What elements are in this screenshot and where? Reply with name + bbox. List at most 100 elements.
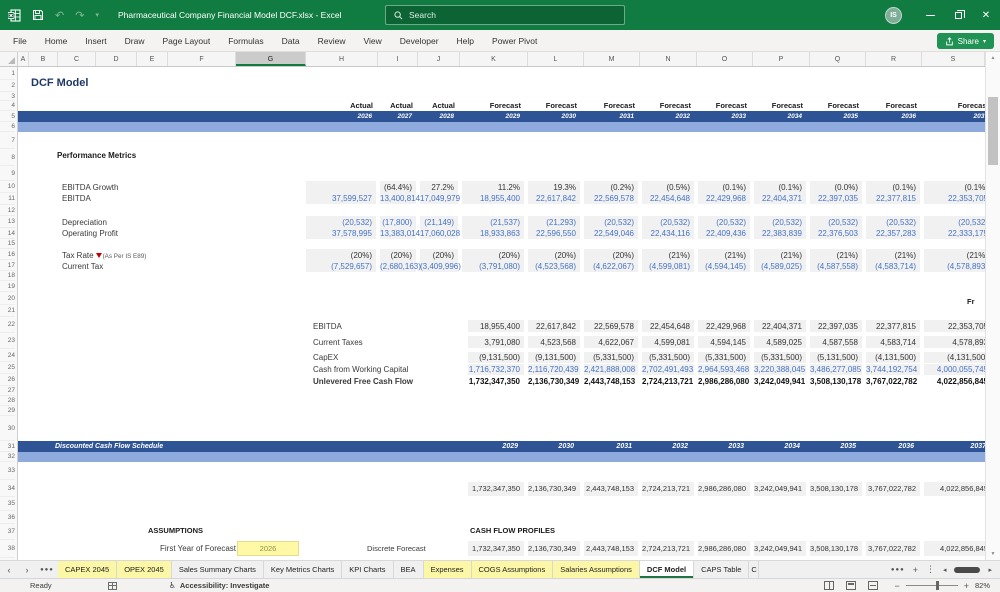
cell-value[interactable]: 2,986,286,080 — [698, 376, 749, 388]
cell-value[interactable]: 4,022,856,845 — [924, 482, 985, 496]
row-header-12[interactable]: 12 — [0, 205, 15, 216]
sheet-tab-salaries-assumptions[interactable]: Salaries Assumptions — [553, 561, 640, 578]
cell-value[interactable]: (20%) — [306, 250, 372, 261]
cell-value[interactable]: 4,000,055,745 — [924, 364, 985, 376]
cell-value[interactable]: 22,404,371 — [754, 320, 802, 333]
ribbon-tab-home[interactable]: Home — [36, 30, 77, 52]
row-header-20[interactable]: 20 — [0, 292, 15, 305]
cell-value[interactable]: 22,429,968 — [698, 320, 746, 333]
zoom-in-icon[interactable]: + — [964, 581, 969, 591]
ribbon-tab-page-layout[interactable]: Page Layout — [154, 30, 220, 52]
row-header-35[interactable]: 35 — [0, 497, 15, 511]
cell-year-type-3[interactable]: Forecast — [462, 100, 521, 111]
cell-year-type-8[interactable]: Forecast — [754, 100, 803, 111]
cell-dcf-year-2031[interactable]: 2031 — [584, 442, 632, 452]
cell-value[interactable]: (0.1%) — [698, 182, 746, 193]
zoom-out-icon[interactable]: − — [894, 581, 899, 591]
cell-value[interactable]: 2,964,593,468 — [698, 364, 749, 376]
page-layout-view-icon[interactable] — [846, 581, 857, 590]
sheet-grid[interactable]: 1 2 3 4 5 6 7 8 9 10 11 12 13 14 15 16 17 18 19 20 21 22 23 24 2… — [0, 67, 985, 560]
cell-value[interactable]: 22,454,648 — [642, 320, 690, 333]
cell-value[interactable]: (4,131,500) — [866, 352, 916, 364]
cell-value[interactable]: 4,523,568 — [528, 336, 576, 349]
cell-value[interactable]: 1,732,347,350 — [468, 482, 520, 496]
zoom-slider[interactable] — [905, 581, 958, 590]
sheet-nav-prev-icon[interactable]: ‹ — [0, 561, 18, 578]
column-header-M[interactable]: M — [584, 52, 640, 66]
sheet-tab-cogs-assumptions[interactable]: COGS Assumptions — [471, 561, 554, 578]
qat-customize-icon[interactable]: ▾ — [95, 11, 99, 19]
cell-value[interactable]: (3,409,996) — [420, 261, 461, 272]
cell-value[interactable]: 1,732,347,350 — [468, 541, 520, 556]
hscroll-left-icon[interactable]: ◂ — [943, 566, 947, 574]
cell-value[interactable]: 2,136,730,349 — [528, 376, 579, 388]
row-header-5[interactable]: 5 — [0, 111, 15, 122]
cell-value[interactable]: (20,532) — [584, 217, 634, 228]
redo-icon[interactable]: ↷ — [75, 9, 84, 22]
cell-value[interactable]: (4,594,145) — [698, 261, 746, 272]
row-header-33[interactable]: 33 — [0, 462, 15, 480]
more-sheets-icon[interactable]: ●●● — [891, 567, 905, 573]
sheet-tab-kpi-charts[interactable]: KPI Charts — [342, 561, 394, 578]
cell-value[interactable]: 3,486,277,085 — [810, 364, 861, 376]
cell-value[interactable]: (7,529,657) — [306, 261, 372, 272]
ribbon-tab-developer[interactable]: Developer — [391, 30, 448, 52]
column-header-L[interactable]: L — [528, 52, 584, 66]
accessibility-status[interactable]: ♿ Accessibility: Investigate — [169, 581, 270, 590]
cell-year-2027[interactable]: 2027 — [380, 112, 412, 122]
row-header-11[interactable]: 11 — [0, 193, 15, 205]
column-header-H[interactable]: H — [306, 52, 378, 66]
scroll-down-icon[interactable]: ▼ — [986, 548, 1000, 560]
row-header-34[interactable]: 34 — [0, 480, 15, 497]
cell-row-label[interactable]: Tax Rate (As Per IS E89) — [62, 250, 146, 261]
ribbon-tab-power-pivot[interactable]: Power Pivot — [483, 30, 546, 52]
cell-year-type-10[interactable]: Forecast — [866, 100, 917, 111]
cell-value[interactable]: 22,376,503 — [810, 228, 858, 239]
cell-year-type-4[interactable]: Forecast — [528, 100, 577, 111]
cell-value[interactable]: (21%) — [642, 250, 690, 261]
cell-value[interactable]: (20,532) — [754, 217, 802, 228]
cell-value[interactable]: 22,397,035 — [810, 320, 858, 333]
cell-value[interactable]: 22,383,839 — [754, 228, 802, 239]
cell-value[interactable]: (4,583,714) — [866, 261, 916, 272]
cell-value[interactable]: (20,532) — [642, 217, 690, 228]
cell-performance-metrics[interactable]: Performance Metrics — [57, 151, 136, 160]
cell-value[interactable]: (0.1%) — [754, 182, 802, 193]
cell-value[interactable]: (21%) — [754, 250, 802, 261]
cell-value[interactable]: (21,293) — [528, 217, 576, 228]
cell-value[interactable]: (0.1%) — [924, 182, 985, 193]
sheet-tab-key-metrics-charts[interactable]: Key Metrics Charts — [264, 561, 343, 578]
ribbon-tab-file[interactable]: File — [4, 30, 36, 52]
cell-value[interactable]: 22,569,578 — [584, 193, 634, 204]
cell-value[interactable]: 2,702,491,493 — [642, 364, 693, 376]
ribbon-tab-draw[interactable]: Draw — [116, 30, 154, 52]
cell-value[interactable]: 17,049,979 — [420, 193, 460, 204]
cell-value[interactable]: 22,429,968 — [698, 193, 746, 204]
cell-value[interactable]: (2,680,163) — [380, 261, 421, 272]
cell-value[interactable]: 22,549,046 — [584, 228, 634, 239]
save-icon[interactable] — [32, 9, 44, 21]
cell-value[interactable]: (4,622,067) — [584, 261, 634, 272]
cell-value[interactable]: 11.2% — [462, 182, 520, 193]
cell-value[interactable]: 4,594,145 — [698, 336, 746, 349]
cell-value[interactable]: 4,587,558 — [810, 336, 858, 349]
column-header-F[interactable]: F — [168, 52, 236, 66]
cell-year-2033[interactable]: 2033 — [698, 112, 746, 122]
cell-value[interactable]: 4,589,025 — [754, 336, 802, 349]
cell-year-2026[interactable]: 2026 — [306, 112, 372, 122]
column-header-J[interactable]: J — [418, 52, 460, 66]
cell-value[interactable]: 3,508,130,178 — [810, 482, 858, 496]
sheet-tab-opex-2045[interactable]: OPEX 2045 — [117, 561, 172, 578]
cell-year-2037[interactable]: 2037 — [924, 112, 985, 122]
cell-value[interactable]: (4,587,558) — [810, 261, 858, 272]
dcf-schedule-subband[interactable] — [18, 452, 985, 462]
sheet-tab-caps-table[interactable]: CAPS Table — [694, 561, 750, 578]
row-header-22[interactable]: 22 — [0, 317, 15, 333]
select-all-corner[interactable] — [0, 52, 18, 66]
row-header-2[interactable]: 2 — [0, 80, 15, 92]
cell-assumptions-label[interactable]: ASSUMPTIONS — [148, 526, 203, 535]
row-header-3[interactable]: 3 — [0, 92, 15, 101]
undo-icon[interactable]: ↶ — [55, 9, 64, 22]
cell-value[interactable]: (20,532) — [810, 217, 858, 228]
restore-button[interactable] — [944, 0, 972, 30]
